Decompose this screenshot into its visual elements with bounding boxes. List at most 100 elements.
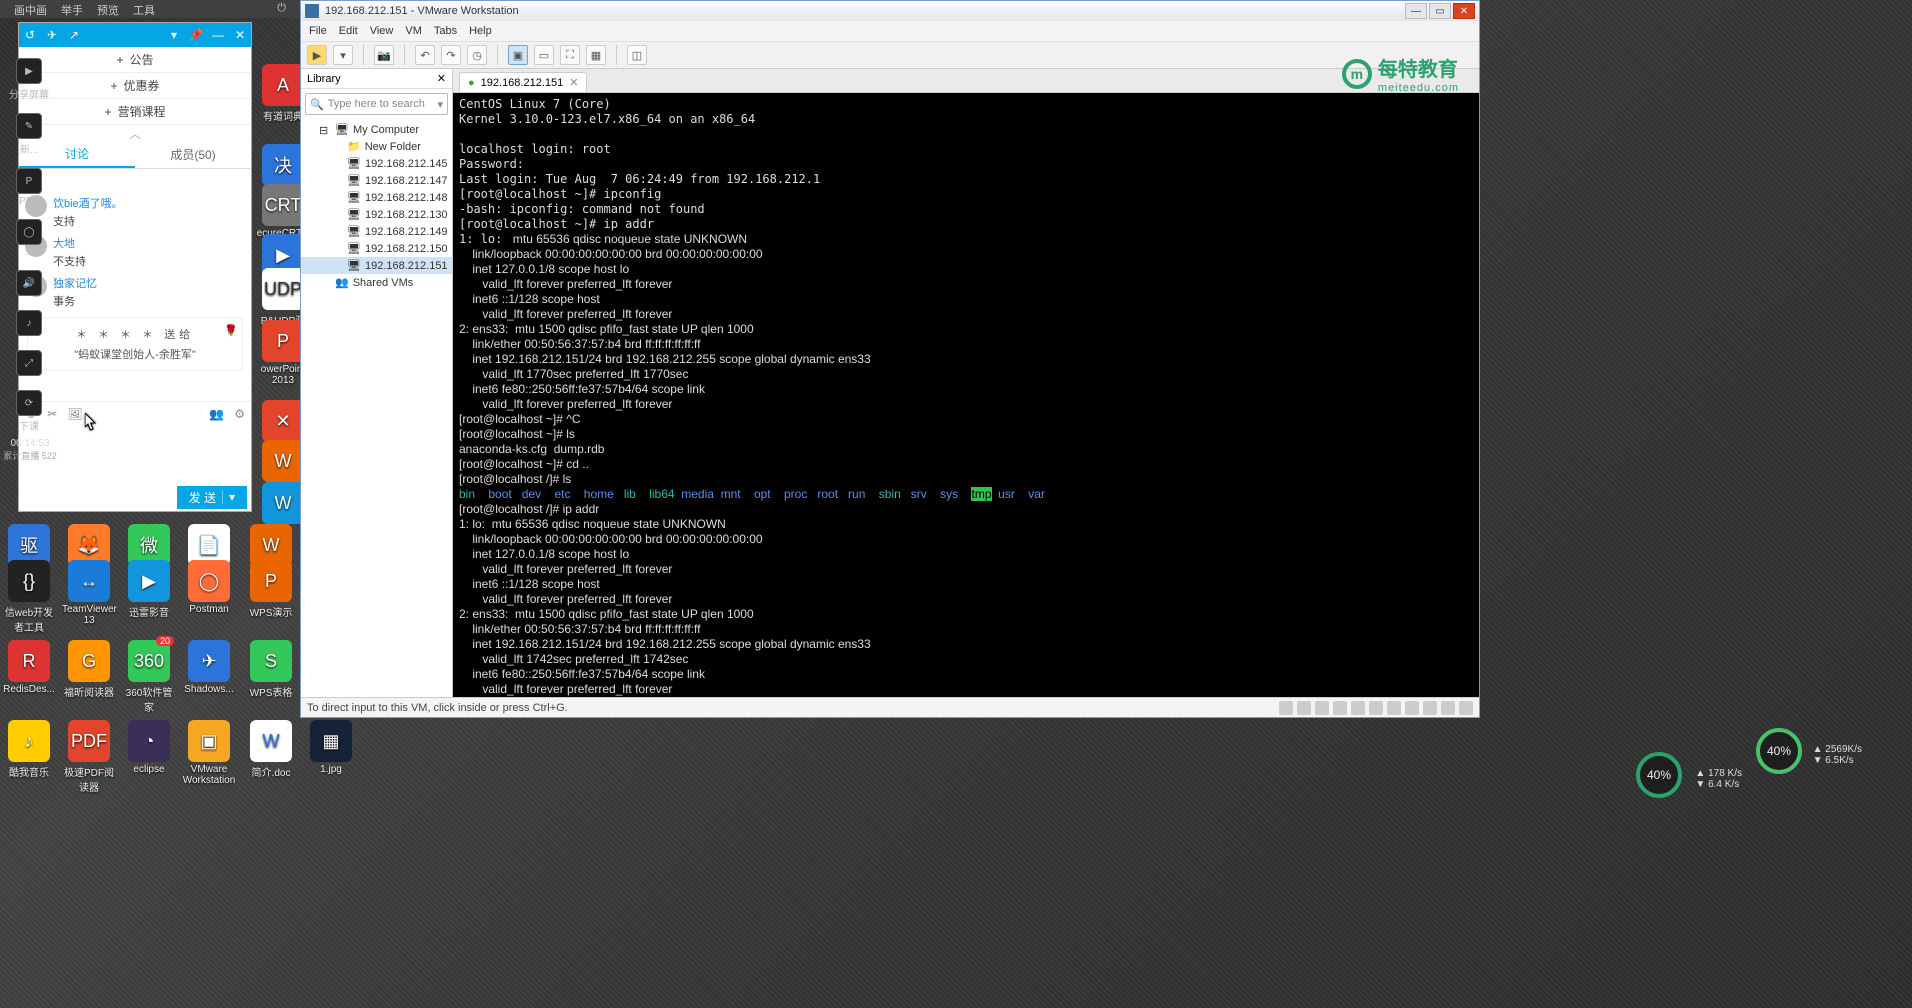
expand-icon[interactable] xyxy=(331,141,343,153)
tree-node[interactable]: 📁New Folder xyxy=(301,138,452,155)
desktop-icon[interactable]: ▶迅雷影音 xyxy=(122,560,176,619)
mem-gauge[interactable]: 40% xyxy=(1756,728,1802,774)
expand-icon[interactable]: ⊟ xyxy=(319,124,331,136)
desktop-icon[interactable]: RRedisDes... xyxy=(2,640,56,695)
desktop-icon[interactable]: ↔TeamViewer 13 xyxy=(62,560,116,626)
clock-icon[interactable]: ◷ xyxy=(467,45,487,65)
vm-terminal[interactable]: CentOS Linux 7 (Core) Kernel 3.10.0-123.… xyxy=(453,93,1479,697)
status-device-icon[interactable] xyxy=(1351,701,1365,715)
library-search[interactable]: 🔍 Type here to search ▾ xyxy=(305,93,448,115)
menu-file[interactable]: File xyxy=(309,25,327,37)
snapshot-icon[interactable]: 📷 xyxy=(374,45,394,65)
manage-icon[interactable]: ↷ xyxy=(441,45,461,65)
toolbar-item[interactable]: 预览 xyxy=(97,2,119,16)
pin-icon[interactable]: 📌 xyxy=(189,28,203,42)
tree-node[interactable]: 👥Shared VMs xyxy=(301,274,452,291)
unity-icon[interactable]: ▦ xyxy=(586,45,606,65)
expand-icon[interactable] xyxy=(331,175,343,187)
desktop-icon[interactable]: PDF极速PDF阅读器 xyxy=(62,720,116,794)
view-single-icon[interactable]: ▭ xyxy=(534,45,554,65)
live-tool[interactable]: ⟳下课 xyxy=(0,384,58,439)
live-tool[interactable]: ♪ xyxy=(0,304,58,344)
status-device-icon[interactable] xyxy=(1297,701,1311,715)
msg-username[interactable]: 饮bie酒了哦。 xyxy=(53,195,123,211)
power-icon[interactable]: ⏻ xyxy=(277,2,286,16)
menu-view[interactable]: View xyxy=(370,25,394,37)
desktop-icon[interactable]: ✈Shadows... xyxy=(182,640,236,695)
desktop-icon[interactable]: ◔eclipse xyxy=(122,720,176,775)
refresh-icon[interactable]: ↺ xyxy=(23,28,37,42)
desktop-icon[interactable]: ▣VMware Workstation xyxy=(182,720,236,786)
expand-icon[interactable] xyxy=(331,158,343,170)
live-tool[interactable]: ⤢ xyxy=(0,344,58,384)
desktop-icon[interactable]: PWPS演示 xyxy=(244,560,298,619)
live-tool[interactable]: PPPT xyxy=(0,162,58,213)
status-device-icon[interactable] xyxy=(1369,701,1383,715)
tree-node[interactable]: 🖥192.168.212.150 xyxy=(301,240,452,257)
minimize-icon[interactable]: — xyxy=(211,28,225,42)
chat-titlebar[interactable]: ↺ ✈ ↗ ▾ 📌 — ✕ xyxy=(19,23,251,47)
send-dropdown-icon[interactable]: ▾ xyxy=(222,490,235,504)
fullscreen-icon[interactable]: ⛶ xyxy=(560,45,580,65)
tree-node[interactable]: 🖥192.168.212.147 xyxy=(301,172,452,189)
revert-icon[interactable]: ↶ xyxy=(415,45,435,65)
library-toggle-icon[interactable]: ◫ xyxy=(627,45,647,65)
vmware-titlebar[interactable]: 192.168.212.151 - VMware Workstation — ▭… xyxy=(301,1,1479,21)
status-device-icon[interactable] xyxy=(1387,701,1401,715)
status-device-icon[interactable] xyxy=(1405,701,1419,715)
close-button[interactable]: ✕ xyxy=(1453,3,1475,19)
status-device-icon[interactable] xyxy=(1459,701,1473,715)
expand-icon[interactable] xyxy=(331,192,343,204)
tree-node[interactable]: ⊟🖥My Computer xyxy=(301,121,452,138)
live-tool[interactable]: ✎新... xyxy=(0,107,58,162)
desktop-icon[interactable]: {}信web开发者工具 xyxy=(2,560,56,634)
tree-node[interactable]: 🖥192.168.212.130 xyxy=(301,206,452,223)
dropdown-icon[interactable]: ▾ xyxy=(167,28,181,42)
search-dropdown-icon[interactable]: ▾ xyxy=(437,98,443,111)
tree-node[interactable]: 🖥192.168.212.149 xyxy=(301,223,452,240)
status-device-icon[interactable] xyxy=(1315,701,1329,715)
toolbar-item[interactable]: 工具 xyxy=(133,2,155,16)
menu-tabs[interactable]: Tabs xyxy=(434,25,457,37)
power-on-icon[interactable]: ▶ xyxy=(307,45,327,65)
tree-node[interactable]: 🖥192.168.212.151 xyxy=(301,257,452,274)
cpu-gauge[interactable]: 40% xyxy=(1636,752,1682,798)
desktop-icon[interactable]: ◯Postman xyxy=(182,560,236,615)
maximize-button[interactable]: ▭ xyxy=(1429,3,1451,19)
gear-icon[interactable]: ⚙ xyxy=(234,407,245,421)
live-tool[interactable]: ▶分享屏幕 xyxy=(0,52,58,107)
members-icon[interactable]: 👥 xyxy=(209,407,224,421)
status-device-icon[interactable] xyxy=(1279,701,1293,715)
status-device-icon[interactable] xyxy=(1423,701,1437,715)
send-button[interactable]: 发 送 ▾ xyxy=(177,486,247,509)
desktop-icon[interactable]: ▦1.jpg xyxy=(304,720,358,775)
live-tool[interactable]: ◯... xyxy=(0,213,58,264)
status-device-icon[interactable] xyxy=(1441,701,1455,715)
tab-close-icon[interactable]: ✕ xyxy=(569,76,578,89)
plane-icon[interactable]: ✈ xyxy=(45,28,59,42)
expand-icon[interactable] xyxy=(319,277,331,289)
menu-vm[interactable]: VM xyxy=(405,25,422,37)
expand-icon[interactable] xyxy=(331,226,343,238)
expand-icon[interactable] xyxy=(331,260,343,272)
minimize-button[interactable]: — xyxy=(1405,3,1427,19)
expand-icon[interactable] xyxy=(331,243,343,255)
desktop-icon[interactable]: SWPS表格 xyxy=(244,640,298,699)
library-close-icon[interactable]: ✕ xyxy=(437,72,446,85)
power-dd-icon[interactable]: ▾ xyxy=(333,45,353,65)
desktop-icon[interactable]: ♪酷我音乐 xyxy=(2,720,56,779)
vm-tab[interactable]: ● 192.168.212.151 ✕ xyxy=(459,72,587,92)
share-icon[interactable]: ↗ xyxy=(67,28,81,42)
image-icon[interactable]: 🖼 xyxy=(67,407,82,421)
menu-help[interactable]: Help xyxy=(469,25,492,37)
view-console-icon[interactable]: ▣ xyxy=(508,45,528,65)
desktop-icon[interactable]: W简介.doc xyxy=(244,720,298,779)
live-tool[interactable]: 🔊 xyxy=(0,264,58,304)
close-icon[interactable]: ✕ xyxy=(233,28,247,42)
status-device-icon[interactable] xyxy=(1333,701,1347,715)
toolbar-item[interactable]: 举手 xyxy=(61,2,83,16)
expand-icon[interactable] xyxy=(331,209,343,221)
tree-node[interactable]: 🖥192.168.212.145 xyxy=(301,155,452,172)
toolbar-item[interactable]: 画中画 xyxy=(14,2,47,16)
desktop-icon[interactable]: G福昕阅读器 xyxy=(62,640,116,699)
